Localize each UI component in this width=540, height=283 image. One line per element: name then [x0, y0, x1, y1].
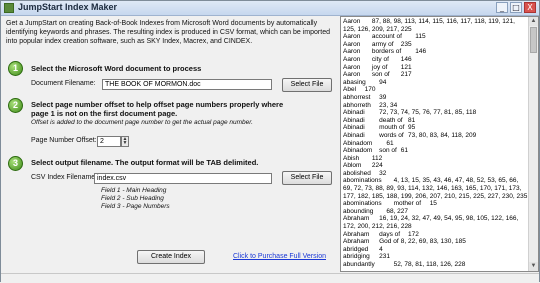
index-line: abhorreth 23, 34: [343, 101, 398, 109]
purchase-link[interactable]: Click to Purchase Full Version: [233, 253, 326, 260]
step-1-heading: Select the Microsoft Word document to pr…: [31, 64, 202, 73]
index-line: abhorrest 39: [343, 93, 387, 101]
index-output-content: Aaron 87, 88, 98, 113, 114, 115, 116, 11…: [343, 18, 529, 271]
index-line: Abel 170: [343, 86, 376, 94]
index-line: Ablom 224: [343, 162, 383, 170]
settings-panel: Get a JumpStart on creating Back-of-Book…: [1, 16, 340, 282]
index-line: Aaron account of 115: [343, 33, 426, 41]
csv-filename-input[interactable]: index.csv: [94, 173, 272, 184]
index-line: Abinadi words of 73, 80, 83, 84, 118, 20…: [343, 131, 477, 139]
index-line: Abraham 16, 19, 24, 32, 47, 49, 54, 95, …: [343, 215, 521, 231]
field-notes: Field 1 - Main Heading Field 2 - Sub Hea…: [101, 187, 170, 211]
step-3-icon: 3: [8, 156, 23, 171]
index-line: abominations mother of 15: [343, 200, 437, 208]
index-line: abominations 4, 13, 15, 35, 43, 46, 47, …: [343, 177, 528, 200]
step-2-note: Offset is added to the document page num…: [31, 119, 253, 126]
index-line: abolished 32: [343, 169, 387, 177]
minimize-button[interactable]: _: [496, 2, 508, 13]
index-line: abounding 68, 227: [343, 207, 409, 215]
index-line: Abinadom son of 61: [343, 147, 409, 155]
app-icon: [4, 3, 14, 13]
intro-text: Get a JumpStart on creating Back-of-Book…: [6, 20, 330, 45]
page-offset-spinner[interactable]: ▲ ▼: [121, 136, 129, 147]
page-offset-label: Page Number Offset:: [31, 137, 97, 144]
index-line: abasing 94: [343, 78, 387, 86]
scroll-down-icon[interactable]: ▼: [529, 262, 538, 271]
document-filename-label: Document Filename:: [31, 80, 96, 87]
index-line: Abinadi death of 81: [343, 116, 416, 124]
index-line: Abinadi 72, 73, 74, 75, 76, 77, 81, 85, …: [343, 109, 477, 117]
index-line: Aaron city of 146: [343, 55, 412, 63]
title-bar[interactable]: JumpStart Index Maker _ □ X: [1, 1, 539, 16]
close-button[interactable]: X: [524, 2, 536, 13]
scroll-thumb[interactable]: [530, 27, 537, 53]
scroll-up-icon[interactable]: ▲: [529, 17, 538, 26]
field-note: Field 3 - Page Numbers: [101, 203, 170, 210]
index-line: Abraham days of 172: [343, 230, 419, 238]
index-line: Aaron 87, 88, 98, 113, 114, 115, 116, 11…: [343, 18, 517, 33]
select-document-button[interactable]: Select File: [282, 78, 332, 92]
index-line: Abinadi mouth of 95: [343, 124, 416, 132]
index-line: Aaron army of 235: [343, 40, 412, 48]
index-line: Abinadom 61: [343, 139, 394, 147]
index-output-textarea[interactable]: Aaron 87, 88, 98, 113, 114, 115, 116, 11…: [340, 16, 539, 272]
index-line: Aaron son of 217: [343, 71, 412, 79]
step-1-icon: 1: [8, 61, 23, 76]
index-line: Abraham God of 8, 22, 69, 83, 130, 185: [343, 238, 466, 246]
index-line: abridging 231: [343, 253, 390, 261]
index-line: Aaron joy of 121: [343, 63, 412, 71]
index-line: Abish 112: [343, 154, 383, 162]
window-title: JumpStart Index Maker: [18, 2, 118, 12]
window-controls: _ □ X: [496, 2, 536, 13]
spinner-down-icon[interactable]: ▼: [122, 141, 128, 146]
index-line: abundantly 52, 78, 81, 118, 126, 228: [343, 261, 466, 268]
step-3-heading: Select output filename. The output forma…: [31, 158, 259, 167]
index-line: abridged 4: [343, 245, 383, 253]
step-2-heading: Select page number offset to help offset…: [31, 100, 284, 118]
document-filename-input[interactable]: THE BOOK OF MORMON.doc: [102, 79, 272, 90]
maximize-button[interactable]: □: [510, 2, 522, 13]
csv-filename-label: CSV Index Filename:: [31, 174, 98, 181]
select-output-button[interactable]: Select File: [282, 171, 332, 185]
app-window: JumpStart Index Maker _ □ X Get a JumpSt…: [0, 0, 540, 283]
create-index-button[interactable]: Create Index: [137, 250, 205, 264]
index-line: Aaron borders of 146: [343, 48, 427, 56]
field-note: Field 2 - Sub Heading: [101, 195, 164, 202]
step-2-icon: 2: [8, 98, 23, 113]
vertical-scrollbar[interactable]: ▲ ▼: [528, 17, 538, 271]
field-note: Field 1 - Main Heading: [101, 187, 167, 194]
page-offset-input[interactable]: 2: [97, 136, 121, 147]
